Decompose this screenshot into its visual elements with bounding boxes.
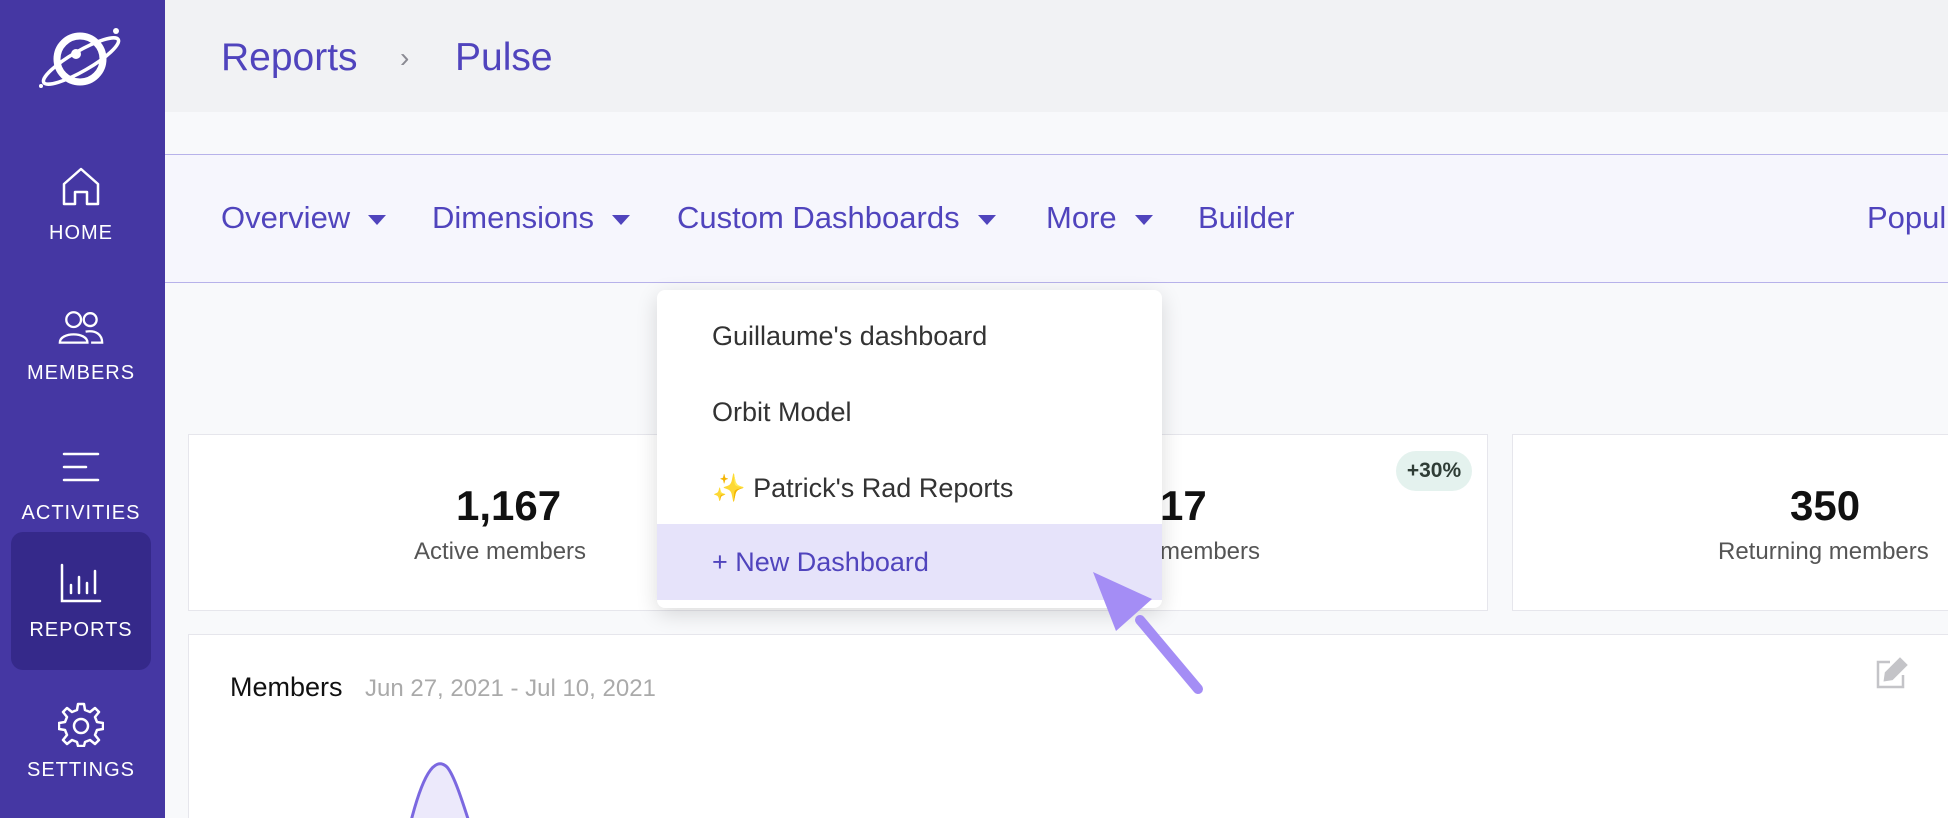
dropdown-item-orbit-model[interactable]: Orbit Model: [657, 374, 1162, 450]
sidebar-item-label: MEMBERS: [26, 361, 136, 384]
chevron-right-icon: ›: [400, 42, 410, 73]
stat-label-returning-members: Returning members: [1718, 538, 1929, 565]
sidebar-item-members[interactable]: MEMBERS: [11, 275, 151, 413]
tab-label: Custom Dashboards: [677, 200, 960, 235]
sidebar-item-home[interactable]: HOME: [11, 135, 151, 273]
stat-value-returning-members: 350: [1790, 482, 1861, 529]
tab-popular[interactable]: Popul: [1867, 200, 1946, 236]
new-dashboard-button[interactable]: + New Dashboard: [657, 524, 1162, 600]
caret-down-icon: [977, 215, 996, 225]
growth-badge: +30%: [1396, 451, 1472, 491]
caret-down-icon: [611, 215, 630, 225]
home-icon: [62, 167, 100, 205]
edit-icon[interactable]: [1874, 655, 1910, 691]
sidebar-item-label: REPORTS: [29, 618, 133, 641]
sidebar: HOME MEMBERS ACTIVITIES REPORTS SETTINGS: [0, 0, 165, 818]
stat-value-active-members: 1,167: [456, 482, 562, 529]
sidebar-item-label: SETTINGS: [26, 758, 135, 781]
stat-label-active-members: Active members: [414, 538, 587, 565]
tab-label: Dimensions: [432, 200, 594, 235]
tab-custom-dashboards[interactable]: Custom Dashboards: [677, 200, 996, 236]
tab-label: More: [1046, 200, 1117, 235]
tab-builder[interactable]: Builder: [1198, 200, 1295, 236]
page-header: [165, 0, 1948, 112]
caret-down-icon: [368, 215, 387, 225]
tab-label: Popul: [1867, 200, 1947, 235]
dropdown-item-guillaume-dashboard[interactable]: Guillaume's dashboard: [657, 298, 1162, 374]
chart-date-range: Jun 27, 2021 - Jul 10, 2021: [365, 675, 656, 702]
chart-title: Members: [230, 672, 343, 702]
sidebar-item-label: ACTIVITIES: [21, 501, 141, 524]
activities-icon: [62, 452, 100, 481]
tab-label: Overview: [221, 200, 351, 235]
tab-dimensions[interactable]: Dimensions: [432, 200, 630, 236]
tab-more[interactable]: More: [1046, 200, 1153, 236]
stat-label-new-members: members: [1160, 538, 1261, 565]
sidebar-item-settings[interactable]: SETTINGS: [11, 672, 151, 810]
breadcrumb-reports-link[interactable]: Reports: [221, 36, 358, 80]
tab-overview[interactable]: Overview: [221, 200, 387, 236]
caret-down-icon: [1134, 215, 1153, 225]
stat-card: [1512, 434, 1948, 611]
sidebar-item-label: HOME: [49, 221, 113, 244]
page-title: Pulse: [455, 36, 553, 79]
custom-dashboards-dropdown: Guillaume's dashboard Orbit Model ✨ Patr…: [657, 290, 1162, 608]
orbit-logo[interactable]: [36, 24, 126, 94]
tab-label: Builder: [1198, 200, 1295, 235]
gear-icon: [58, 702, 104, 747]
dropdown-item-patrick-rad-reports[interactable]: ✨ Patrick's Rad Reports: [657, 450, 1162, 526]
reports-icon: [60, 563, 102, 602]
members-icon: [58, 310, 104, 344]
report-tabs: Overview Dimensions Custom Dashboards Mo…: [165, 154, 1948, 283]
sidebar-item-reports[interactable]: REPORTS: [11, 532, 151, 670]
members-chart-line: [410, 762, 470, 818]
pointer-arrow-icon: [1093, 572, 1203, 694]
stat-value-new-members: 17: [1160, 482, 1207, 529]
